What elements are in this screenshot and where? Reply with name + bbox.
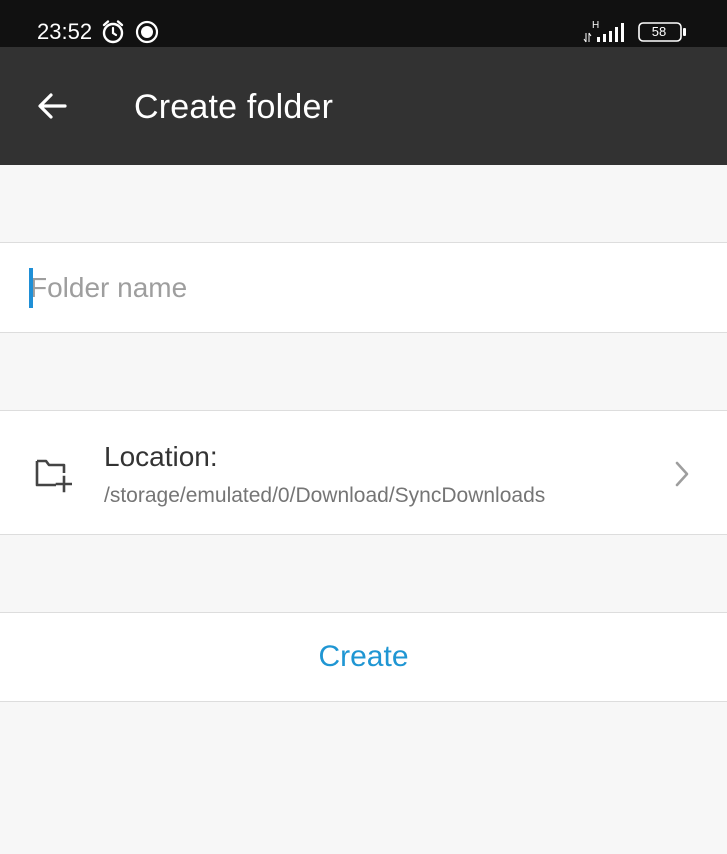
folder-name-input[interactable] xyxy=(30,265,690,311)
network-type-label: H xyxy=(592,20,599,31)
location-row[interactable]: Location: /storage/emulated/0/Download/S… xyxy=(0,410,727,535)
create-folder-icon xyxy=(34,457,73,498)
arrow-back-icon xyxy=(38,93,67,119)
folder-name-row xyxy=(0,242,727,333)
section-spacer xyxy=(0,165,727,242)
app-bar: Create folder xyxy=(0,47,727,165)
location-label: Location: xyxy=(104,441,218,472)
text-cursor xyxy=(29,268,33,308)
back-button[interactable] xyxy=(22,81,82,131)
location-path: /storage/emulated/0/Download/SyncDownloa… xyxy=(104,484,546,507)
mobile-signal-icon: H xyxy=(583,20,631,49)
page-title: Create folder xyxy=(134,88,334,126)
status-time: 23:52 xyxy=(37,19,93,44)
sync-status-icon xyxy=(135,20,159,49)
create-button-label: Create xyxy=(318,640,409,673)
status-bar: 23:52 H 58 xyxy=(0,0,727,47)
chevron-right-icon xyxy=(672,460,692,493)
battery-level: 58 xyxy=(651,24,667,39)
create-button[interactable]: Create xyxy=(0,612,727,702)
alarm-icon xyxy=(100,19,126,50)
